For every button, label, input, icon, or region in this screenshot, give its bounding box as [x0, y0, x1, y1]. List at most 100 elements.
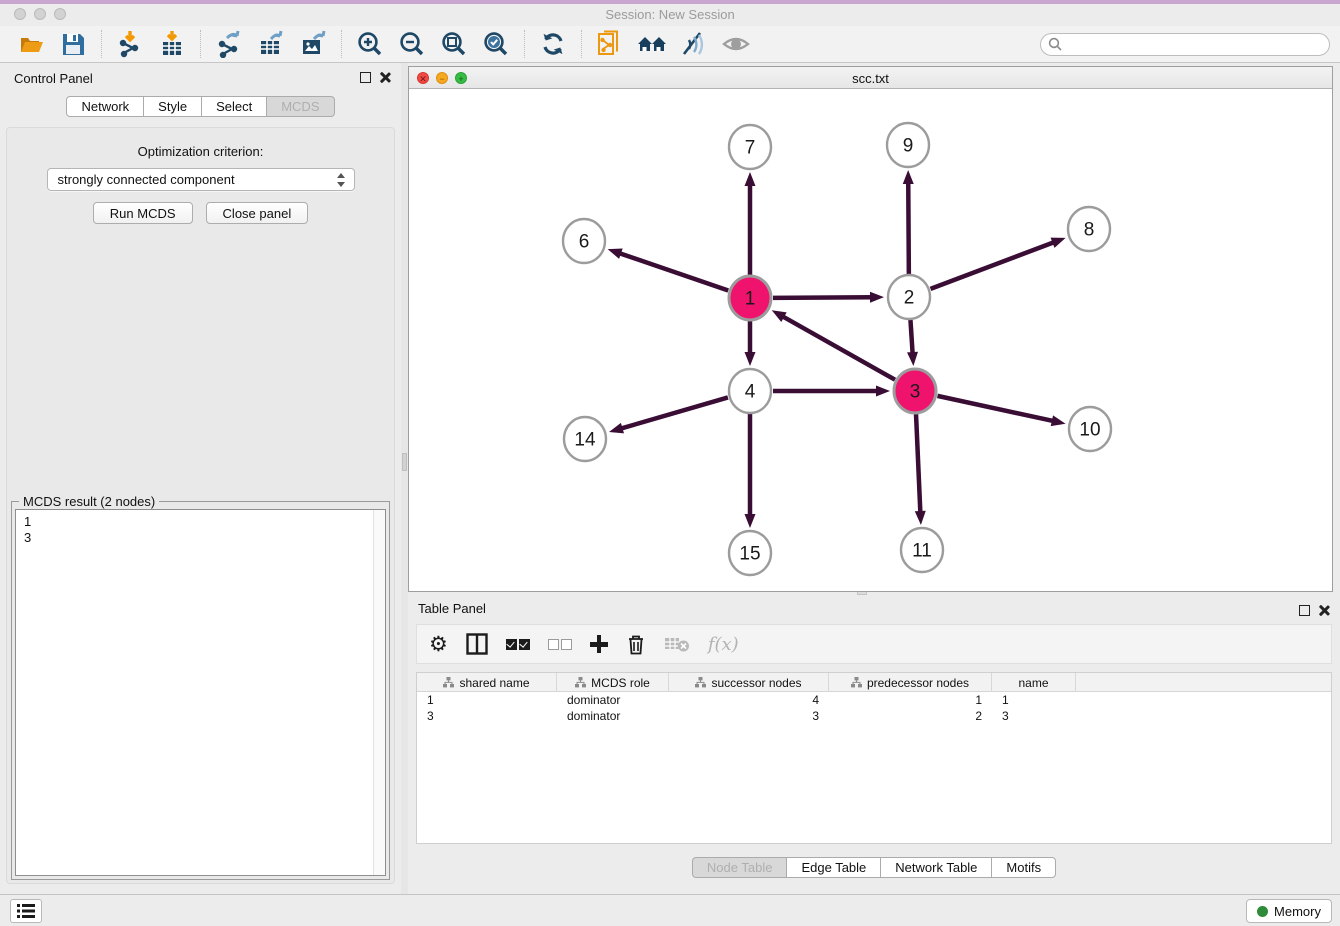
- tab-node-table[interactable]: Node Table: [692, 857, 788, 878]
- control-panel: Control Panel NetworkStyleSelectMCDS Opt…: [0, 63, 401, 894]
- column-header-mcds-role[interactable]: MCDS role: [557, 673, 669, 692]
- status-bar: Memory: [0, 894, 1340, 926]
- edge-1-2[interactable]: [773, 297, 873, 298]
- column-header-shared-name[interactable]: shared name: [417, 673, 557, 692]
- table-cell[interactable]: 3: [669, 708, 829, 724]
- tab-network[interactable]: Network: [66, 96, 144, 117]
- eye-icon[interactable]: [721, 29, 751, 59]
- table-cell[interactable]: 1: [417, 692, 557, 708]
- select-all-icon[interactable]: [506, 631, 530, 657]
- mcds-result-box[interactable]: 13: [15, 509, 386, 876]
- mcds-result-title: MCDS result (2 nodes): [19, 494, 159, 509]
- trash-icon[interactable]: [626, 631, 646, 657]
- table-cell[interactable]: dominator: [557, 692, 669, 708]
- delete-column-icon[interactable]: [664, 631, 690, 657]
- mcds-result-lines: 13: [16, 510, 385, 546]
- columns-icon[interactable]: [466, 631, 488, 657]
- open-session-icon[interactable]: [16, 29, 46, 59]
- search-input[interactable]: [1040, 33, 1330, 56]
- first-neighbors-icon[interactable]: [637, 29, 667, 59]
- deselect-all-icon[interactable]: [548, 631, 572, 657]
- table-cell[interactable]: dominator: [557, 708, 669, 724]
- column-header-predecessor-nodes[interactable]: predecessor nodes: [829, 673, 992, 692]
- tab-edge-table[interactable]: Edge Table: [786, 857, 881, 878]
- table-cell[interactable]: 3: [992, 708, 1076, 724]
- column-header-name[interactable]: name: [992, 673, 1076, 692]
- application-window: Session: New Session: [0, 0, 1340, 926]
- splitter-grip[interactable]: [402, 453, 407, 471]
- edge-4-14[interactable]: [620, 397, 728, 429]
- table-row[interactable]: 1dominator411: [417, 692, 1331, 708]
- optimization-criterion-label: Optimization criterion:: [7, 144, 394, 159]
- network-view-title: scc.txt: [409, 71, 1332, 86]
- save-session-icon[interactable]: [58, 29, 88, 59]
- export-network-icon[interactable]: [214, 29, 244, 59]
- table-row[interactable]: 3dominator323: [417, 708, 1331, 724]
- control-panel-title: Control Panel: [14, 71, 93, 86]
- import-network-icon[interactable]: [115, 29, 145, 59]
- edge-arrow-4-3: [876, 386, 890, 397]
- node-label-11: 11: [912, 541, 932, 562]
- close-panel-icon[interactable]: [379, 71, 391, 83]
- column-header-successor-nodes[interactable]: successor nodes: [669, 673, 829, 692]
- table-cell[interactable]: 4: [669, 692, 829, 708]
- optimization-criterion-select[interactable]: strongly connected component: [47, 168, 355, 191]
- zoom-fit-icon[interactable]: [439, 29, 469, 59]
- tab-network-table[interactable]: Network Table: [880, 857, 992, 878]
- table-cell[interactable]: 1: [992, 692, 1076, 708]
- vertical-splitter[interactable]: [401, 63, 408, 894]
- result-scrollbar[interactable]: [373, 510, 385, 875]
- task-history-button[interactable]: [10, 899, 42, 923]
- table-panel-title: Table Panel: [418, 601, 486, 616]
- close-panel-icon[interactable]: [1318, 604, 1330, 616]
- edge-3-10[interactable]: [937, 396, 1054, 421]
- table-cell[interactable]: 1: [829, 692, 992, 708]
- network-window-titlebar[interactable]: ✕ − + scc.txt: [409, 67, 1332, 89]
- zoom-selected-icon[interactable]: [481, 29, 511, 59]
- gear-icon[interactable]: ⚙: [429, 631, 448, 657]
- run-mcds-button[interactable]: Run MCDS: [93, 202, 193, 224]
- edge-arrow-4-15: [745, 514, 756, 528]
- edge-arrow-2-8: [1051, 238, 1066, 248]
- edge-2-8[interactable]: [931, 242, 1056, 289]
- network-canvas[interactable]: 7968124314101511: [409, 89, 1332, 591]
- toolbar-separator: [581, 30, 582, 58]
- column-label: successor nodes: [711, 676, 801, 690]
- tab-mcds[interactable]: MCDS: [266, 96, 334, 117]
- add-icon[interactable]: [590, 631, 608, 657]
- edge-3-1[interactable]: [781, 316, 895, 380]
- node-label-15: 15: [739, 544, 760, 565]
- clone-network-icon[interactable]: [595, 29, 625, 59]
- zoom-in-icon[interactable]: [355, 29, 385, 59]
- node-label-2: 2: [904, 288, 915, 309]
- import-table-icon[interactable]: [157, 29, 187, 59]
- criterion-value: strongly connected component: [58, 172, 235, 187]
- tab-style[interactable]: Style: [143, 96, 202, 117]
- function-icon[interactable]: f(x): [708, 631, 739, 657]
- column-label: name: [1018, 676, 1048, 690]
- edge-2-9[interactable]: [908, 181, 909, 274]
- node-label-6: 6: [579, 232, 590, 253]
- float-panel-icon[interactable]: [360, 72, 371, 83]
- node-label-7: 7: [745, 138, 756, 159]
- close-panel-button[interactable]: Close panel: [206, 202, 309, 224]
- chevron-updown-icon: [337, 172, 346, 188]
- edge-2-3[interactable]: [910, 320, 912, 355]
- edge-1-6[interactable]: [618, 253, 728, 291]
- memory-button[interactable]: Memory: [1246, 899, 1332, 923]
- memory-status-icon: [1257, 906, 1268, 917]
- float-panel-icon[interactable]: [1299, 605, 1310, 616]
- tab-select[interactable]: Select: [201, 96, 267, 117]
- edge-3-11[interactable]: [916, 414, 920, 514]
- table-cell[interactable]: 3: [417, 708, 557, 724]
- table-toolbar: ⚙ f(x): [416, 624, 1332, 664]
- zoom-out-icon[interactable]: [397, 29, 427, 59]
- export-table-icon[interactable]: [256, 29, 286, 59]
- refresh-network-icon[interactable]: [538, 29, 568, 59]
- tab-motifs[interactable]: Motifs: [991, 857, 1056, 878]
- megaphone-icon[interactable]: [679, 29, 709, 59]
- export-image-icon[interactable]: [298, 29, 328, 59]
- table-cell[interactable]: 2: [829, 708, 992, 724]
- edge-arrow-3-10: [1051, 415, 1066, 426]
- node-label-8: 8: [1084, 220, 1095, 241]
